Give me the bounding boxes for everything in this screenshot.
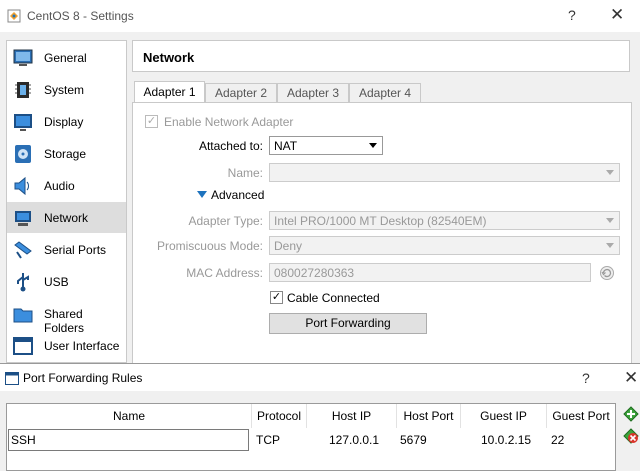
close-button[interactable]: ✕	[610, 5, 624, 25]
settings-sidebar: General System Display Storage Audio Net…	[6, 40, 127, 363]
speaker-icon	[14, 176, 29, 196]
folder-icon	[13, 308, 33, 323]
adapter-type-select[interactable]: Intel PRO/1000 MT Desktop (82540EM)	[269, 211, 620, 230]
promiscuous-mode-label: Promiscuous Mode:	[156, 239, 263, 253]
advanced-toggle[interactable]: Advanced	[197, 188, 297, 204]
promiscuous-mode-value: Deny	[274, 239, 303, 253]
column-header-host-ip[interactable]: Host IP	[307, 404, 397, 428]
port-forwarding-dialog: Port Forwarding Rules ? ✕ Name Protocol …	[0, 363, 640, 471]
attached-to-label: Attached to:	[198, 139, 263, 153]
dialog-title: Port Forwarding Rules	[23, 371, 143, 385]
chip-icon	[15, 82, 31, 98]
dialog-help-button[interactable]: ?	[582, 370, 590, 386]
monitor-icon	[13, 49, 33, 66]
cable-connected-label: Cable Connected	[287, 291, 380, 305]
window-icon	[13, 337, 33, 355]
rule-protocol-cell[interactable]: TCP	[256, 429, 280, 451]
sidebar-item-label: Serial Ports	[44, 243, 107, 257]
advanced-label: Advanced	[211, 188, 265, 202]
sidebar-item-display[interactable]: Display	[7, 106, 126, 137]
sidebar-item-label: USB	[44, 275, 69, 289]
adapter-type-value: Intel PRO/1000 MT Desktop (82540EM)	[274, 214, 487, 228]
tab-adapter-4[interactable]: Adapter 4	[349, 83, 421, 102]
enable-adapter-checkbox[interactable]: ✓	[145, 115, 158, 128]
chevron-down-icon	[606, 243, 614, 248]
sidebar-item-label: User Interface	[44, 339, 120, 353]
rule-guest-ip-cell[interactable]: 10.0.2.15	[481, 429, 531, 451]
sidebar-item-label: Storage	[44, 147, 87, 161]
sidebar-item-label: Display	[44, 115, 84, 129]
sidebar-item-system[interactable]: System	[7, 74, 126, 105]
attached-to-value: NAT	[274, 139, 298, 153]
sidebar-item-shared-folders[interactable]: Shared Folders	[7, 298, 126, 335]
adapter-tabs: Adapter 1 Adapter 2 Adapter 3 Adapter 4	[132, 81, 632, 103]
adapter-type-label: Adapter Type:	[188, 214, 264, 228]
mac-address-label: MAC Address:	[186, 266, 263, 280]
sidebar-item-general[interactable]: General	[7, 42, 126, 73]
rule-name-cell[interactable]: SSH	[8, 429, 249, 451]
rule-host-port-cell[interactable]: 5679	[400, 429, 427, 451]
column-header-guest-port[interactable]: Guest Port	[547, 404, 615, 428]
expand-triangle-icon	[197, 191, 207, 198]
virtualbox-app-icon	[7, 9, 21, 23]
column-header-name[interactable]: Name	[7, 404, 252, 428]
display-icon	[14, 114, 32, 131]
mac-address-value: 080027280363	[274, 266, 355, 280]
sidebar-item-audio[interactable]: Audio	[7, 170, 126, 201]
mac-address-field[interactable]: 080027280363	[269, 263, 591, 282]
cable-connected-checkbox[interactable]: ✓	[270, 291, 283, 304]
name-select[interactable]	[269, 163, 620, 182]
chevron-down-icon	[606, 170, 614, 175]
sidebar-item-storage[interactable]: Storage	[7, 138, 126, 169]
column-header-protocol[interactable]: Protocol	[252, 404, 307, 428]
help-button[interactable]: ?	[568, 7, 576, 23]
sidebar-item-serial-ports[interactable]: Serial Ports	[7, 234, 126, 265]
sidebar-item-user-interface[interactable]: User Interface	[7, 330, 126, 361]
page-title: Network	[143, 50, 195, 65]
sidebar-item-label: Network	[44, 211, 89, 225]
rules-table: Name Protocol Host IP Host Port Guest IP…	[6, 403, 616, 471]
remove-rule-icon[interactable]	[622, 427, 640, 445]
title-bar: CentOS 8 - Settings ? ✕	[0, 0, 640, 32]
tab-adapter-1[interactable]: Adapter 1	[134, 81, 205, 103]
dialog-title-bar: Port Forwarding Rules ? ✕	[0, 363, 640, 391]
storage-icon	[15, 145, 31, 163]
promiscuous-mode-select[interactable]: Deny	[269, 236, 620, 255]
sidebar-item-network[interactable]: Network	[7, 202, 126, 233]
column-header-guest-ip[interactable]: Guest IP	[461, 404, 547, 428]
panel-header: Network	[132, 40, 630, 72]
tab-adapter-2[interactable]: Adapter 2	[205, 83, 277, 102]
column-header-host-port[interactable]: Host Port	[397, 404, 461, 428]
usb-icon	[17, 273, 29, 292]
settings-window: CentOS 8 - Settings ? ✕ General System D…	[0, 0, 640, 363]
network-panel: Network Adapter 1 Adapter 2 Adapter 3 Ad…	[132, 40, 632, 363]
rule-host-ip-cell[interactable]: 127.0.0.1	[329, 429, 379, 451]
attached-to-select[interactable]: NAT	[269, 136, 383, 155]
port-forwarding-button[interactable]: Port Forwarding	[269, 313, 427, 334]
refresh-mac-icon[interactable]	[599, 265, 615, 281]
serial-port-icon	[14, 241, 32, 259]
dialog-close-button[interactable]: ✕	[624, 368, 638, 388]
sidebar-item-label: Audio	[44, 179, 75, 193]
window-title: CentOS 8 - Settings	[27, 9, 134, 23]
add-rule-icon[interactable]	[622, 405, 640, 423]
chevron-down-icon	[606, 218, 614, 223]
tab-adapter-3[interactable]: Adapter 3	[277, 83, 349, 102]
sidebar-item-label: General	[44, 51, 87, 65]
adapter-settings: ✓ Enable Network Adapter Attached to: NA…	[132, 102, 632, 363]
sidebar-item-label: System	[44, 83, 85, 97]
enable-adapter-label: Enable Network Adapter	[164, 115, 294, 129]
window-icon	[5, 372, 19, 385]
rule-guest-port-cell[interactable]: 22	[551, 429, 564, 451]
network-icon	[15, 211, 31, 226]
table-row[interactable]: SSH TCP 127.0.0.1 5679 10.0.2.15 22	[7, 429, 615, 451]
chevron-down-icon	[369, 143, 377, 148]
name-label: Name:	[227, 166, 263, 180]
sidebar-item-usb[interactable]: USB	[7, 266, 126, 297]
